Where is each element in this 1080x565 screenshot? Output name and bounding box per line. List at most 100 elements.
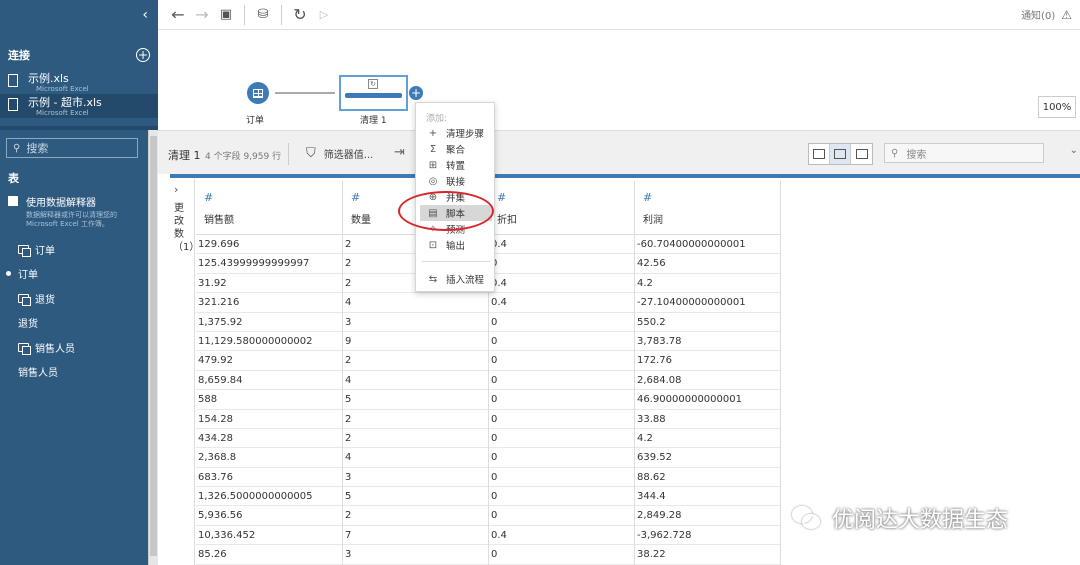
table-cell[interactable]: 588	[196, 390, 342, 410]
table-cell[interactable]: 5,936.56	[196, 506, 342, 526]
grid-view-icon[interactable]	[830, 144, 851, 164]
table-cell[interactable]: -27.10400000000001	[635, 293, 780, 313]
sidebar-search-input[interactable]: ⚲ 搜索	[6, 138, 138, 158]
table-cell[interactable]: 2,684.08	[635, 371, 780, 391]
changes-panel[interactable]: › 更改数（1）	[163, 178, 199, 565]
table-item[interactable]: 退货	[0, 311, 208, 501]
table-cell[interactable]: 0	[489, 351, 634, 371]
table-cell[interactable]: 125.43999999999997	[196, 254, 342, 274]
table-cell[interactable]: 4.2	[635, 429, 780, 449]
expand-chevron-icon[interactable]: ›	[174, 183, 178, 196]
table-cell[interactable]: 3	[343, 468, 488, 488]
table-cell[interactable]: 0	[489, 410, 634, 429]
table-cell[interactable]: 2	[343, 351, 488, 371]
list-view-icon[interactable]	[851, 144, 872, 164]
table-cell[interactable]: 85.26	[196, 545, 342, 565]
add-step-icon[interactable]: +	[409, 86, 423, 100]
table-cell[interactable]: 0	[489, 506, 634, 526]
column-header[interactable]: # 销售额	[196, 181, 342, 235]
table-cell[interactable]: 3,783.78	[635, 332, 780, 352]
table-cell[interactable]: 0	[489, 545, 634, 565]
column-header[interactable]: # 折扣	[489, 181, 634, 235]
table-cell[interactable]: 38.22	[635, 545, 780, 565]
data-interpreter[interactable]: 使用数据解释器 数据解释器或许可以清理您的 Microsoft Excel 工作…	[8, 194, 136, 229]
table-cell[interactable]: 42.56	[635, 254, 780, 274]
back-arrow-icon[interactable]: ←	[166, 3, 190, 27]
column-profit[interactable]: # 利润 -60.70400000000001 42.56 4.2 -27.10400…	[635, 181, 781, 565]
table-cell[interactable]: 0.4	[489, 526, 634, 546]
field-search-input[interactable]: ⚲ 搜索	[884, 143, 1044, 163]
table-cell[interactable]: 1,375.92	[196, 313, 342, 332]
table-cell[interactable]: 172.76	[635, 351, 780, 371]
table-item[interactable]: 退货	[0, 286, 158, 311]
menu-item-join[interactable]: ◎ 联接	[420, 173, 492, 189]
filter-button[interactable]: ⛉ 筛选器值...	[306, 146, 373, 161]
menu-item-output[interactable]: ⊡ 输出	[420, 237, 492, 253]
sidebar-divider[interactable]	[0, 126, 158, 130]
table-cell[interactable]: 154.28	[196, 410, 342, 429]
collapse-sidebar-icon[interactable]: ‹	[142, 7, 148, 23]
table-cell[interactable]: 2,849.28	[635, 506, 780, 526]
table-cell[interactable]: -60.70400000000001	[635, 235, 780, 255]
profile-view-icon[interactable]	[809, 144, 830, 164]
table-item[interactable]: 订单	[0, 262, 208, 452]
export-icon[interactable]: ⇥	[394, 145, 405, 160]
table-cell[interactable]: 2	[343, 429, 488, 449]
table-cell[interactable]: 88.62	[635, 468, 780, 488]
column-sales[interactable]: # 销售额 129.696 125.43999999999997 31.92 321.…	[196, 181, 343, 565]
table-cell[interactable]: 8,659.84	[196, 371, 342, 391]
table-cell[interactable]: 479.92	[196, 351, 342, 371]
scrollbar-thumb[interactable]	[150, 136, 157, 556]
column-header[interactable]: # 利润	[635, 181, 780, 235]
table-cell[interactable]: 4	[343, 293, 488, 313]
table-cell[interactable]: 31.92	[196, 274, 342, 294]
table-cell[interactable]: 0	[489, 390, 634, 410]
flow-canvas[interactable]: 订单 ↻ 清理 1 + 100%	[158, 31, 1080, 130]
table-cell[interactable]: 3	[343, 313, 488, 332]
clean-step-node[interactable]: ↻	[339, 75, 408, 111]
table-cell[interactable]: 321.216	[196, 293, 342, 313]
connection-item[interactable]: 示例.xls Microsoft Excel	[0, 70, 158, 94]
table-cell[interactable]: 3	[343, 545, 488, 565]
table-cell[interactable]: 5	[343, 390, 488, 410]
forward-arrow-icon[interactable]: →	[190, 3, 214, 27]
table-item[interactable]: 订单	[0, 237, 158, 262]
table-cell[interactable]: 11,129.580000000002	[196, 332, 342, 352]
column-discount[interactable]: # 折扣 0.400.40.4000000000000.40	[489, 181, 635, 565]
table-cell[interactable]: 0	[489, 448, 634, 468]
table-cell[interactable]: 4	[343, 371, 488, 391]
chevron-down-icon[interactable]: ⌄	[1070, 145, 1078, 156]
zoom-level[interactable]: 100%	[1038, 96, 1076, 118]
table-cell[interactable]: 639.52	[635, 448, 780, 468]
table-cell[interactable]: 0	[489, 254, 634, 274]
table-cell[interactable]: 10,336.452	[196, 526, 342, 546]
notifications[interactable]: 通知(0) ⚠	[1021, 7, 1072, 23]
menu-item-aggregate[interactable]: Σ 聚合	[420, 141, 492, 157]
save-icon[interactable]: ▣	[214, 3, 238, 27]
database-icon[interactable]: ⛁	[251, 3, 275, 27]
refresh-icon[interactable]: ↻	[288, 3, 312, 27]
menu-item-insert-flow[interactable]: ⇆ 插入流程	[420, 271, 492, 287]
table-cell[interactable]: 5	[343, 487, 488, 507]
run-icon[interactable]: ▷	[312, 3, 336, 27]
table-cell[interactable]: 2	[343, 506, 488, 526]
table-cell[interactable]: 0	[489, 487, 634, 507]
connection-item[interactable]: 示例 - 超市.xls Microsoft Excel	[0, 94, 158, 118]
interpreter-checkbox[interactable]	[8, 196, 18, 206]
menu-item-clean-step[interactable]: + 清理步骤	[420, 125, 492, 141]
table-cell[interactable]: 0	[489, 371, 634, 391]
table-cell[interactable]: 46.90000000000001	[635, 390, 780, 410]
add-connection-icon[interactable]: +	[136, 48, 150, 62]
table-item[interactable]: 销售人员	[0, 335, 158, 360]
table-cell[interactable]: 434.28	[196, 429, 342, 449]
table-cell[interactable]: 129.696	[196, 235, 342, 255]
table-cell[interactable]: -3,962.728	[635, 526, 780, 546]
table-cell[interactable]: 0.4	[489, 293, 634, 313]
table-cell[interactable]: 1,326.5000000000005	[196, 487, 342, 507]
table-cell[interactable]: 0.4	[489, 274, 634, 294]
table-cell[interactable]: 0	[489, 332, 634, 352]
table-cell[interactable]: 33.88	[635, 410, 780, 429]
table-cell[interactable]: 550.2	[635, 313, 780, 332]
table-cell[interactable]: 0.4	[489, 235, 634, 255]
vertical-scrollbar[interactable]	[148, 130, 158, 565]
